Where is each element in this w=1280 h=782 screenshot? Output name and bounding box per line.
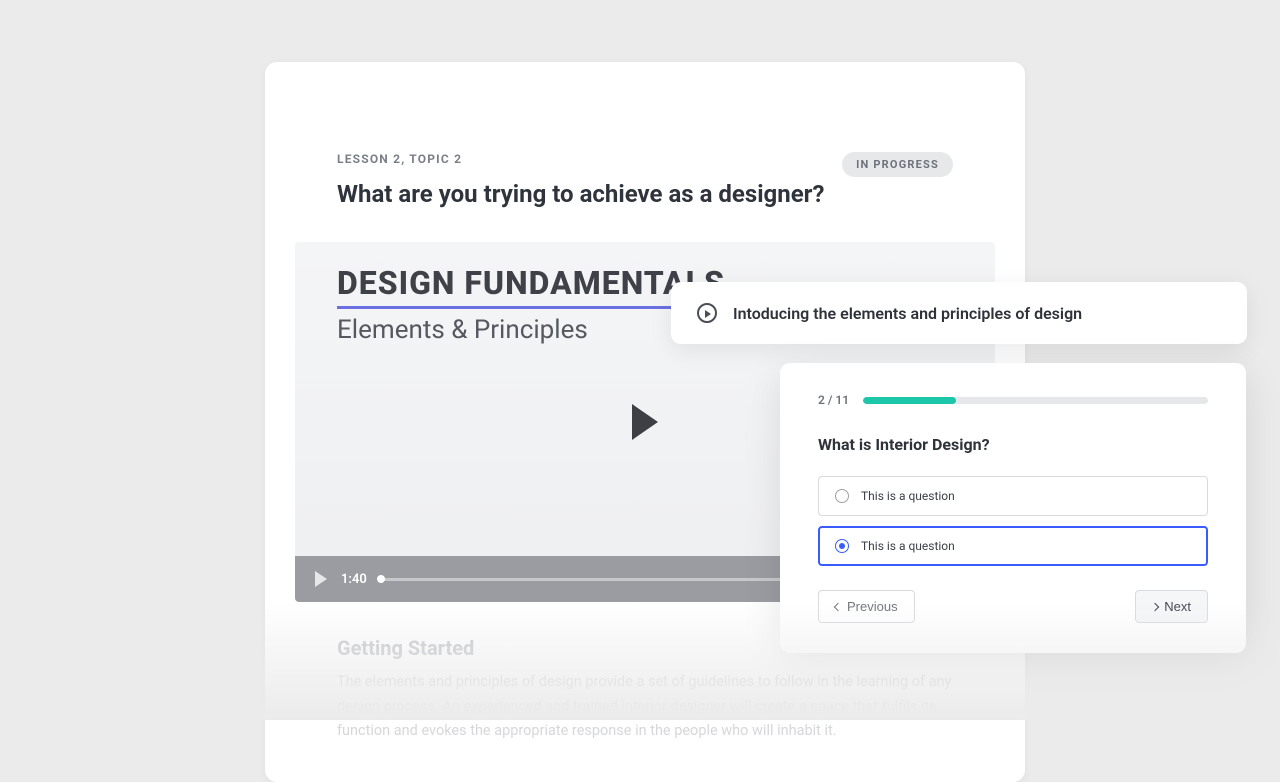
- next-button[interactable]: Next: [1135, 590, 1208, 623]
- radio-icon: [835, 539, 849, 553]
- quiz-option-label: This is a question: [861, 539, 955, 553]
- video-timestamp: 1:40: [341, 572, 367, 587]
- quiz-progress-fill: [863, 397, 956, 404]
- quiz-question: What is Interior Design?: [818, 435, 1208, 454]
- lesson-chip-label: Intoducing the elements and principles o…: [733, 304, 1082, 323]
- lesson-header: LESSON 2, TOPIC 2 What are you trying to…: [265, 62, 1025, 208]
- seek-handle[interactable]: [377, 575, 385, 583]
- chevron-right-icon: [1151, 602, 1159, 610]
- quiz-option[interactable]: This is a question: [818, 526, 1208, 566]
- quiz-progress-bar: [863, 397, 1208, 404]
- play-button[interactable]: [315, 571, 327, 587]
- previous-button-label: Previous: [847, 599, 898, 614]
- lesson-meta: LESSON 2, TOPIC 2 What are you trying to…: [337, 152, 842, 208]
- play-circle-icon: [697, 303, 717, 323]
- quiz-option-label: This is a question: [861, 489, 955, 503]
- play-icon[interactable]: [632, 404, 658, 440]
- lesson-title: What are you trying to achieve as a desi…: [337, 180, 842, 208]
- video-overlay-main: DESIGN FUNDAMENTALS: [337, 264, 725, 309]
- video-overlay-sub: Elements & Principles: [337, 315, 725, 345]
- lesson-chip[interactable]: Intoducing the elements and principles o…: [671, 282, 1247, 344]
- quiz-nav: Previous Next: [818, 590, 1208, 623]
- previous-button[interactable]: Previous: [818, 590, 915, 623]
- article-paragraph: The elements and principles of design pr…: [337, 670, 953, 744]
- quiz-counter: 2 / 11: [818, 393, 849, 407]
- chevron-left-icon: [834, 602, 842, 610]
- radio-icon: [835, 489, 849, 503]
- status-badge: IN PROGRESS: [842, 152, 953, 177]
- quiz-panel: 2 / 11 What is Interior Design? This is …: [780, 363, 1246, 653]
- video-overlay-title: DESIGN FUNDAMENTALS Elements & Principle…: [337, 264, 725, 345]
- next-button-label: Next: [1164, 599, 1191, 614]
- breadcrumb: LESSON 2, TOPIC 2: [337, 152, 842, 166]
- quiz-option[interactable]: This is a question: [818, 476, 1208, 516]
- quiz-progress-row: 2 / 11: [818, 393, 1208, 407]
- quiz-options: This is a question This is a question: [818, 476, 1208, 566]
